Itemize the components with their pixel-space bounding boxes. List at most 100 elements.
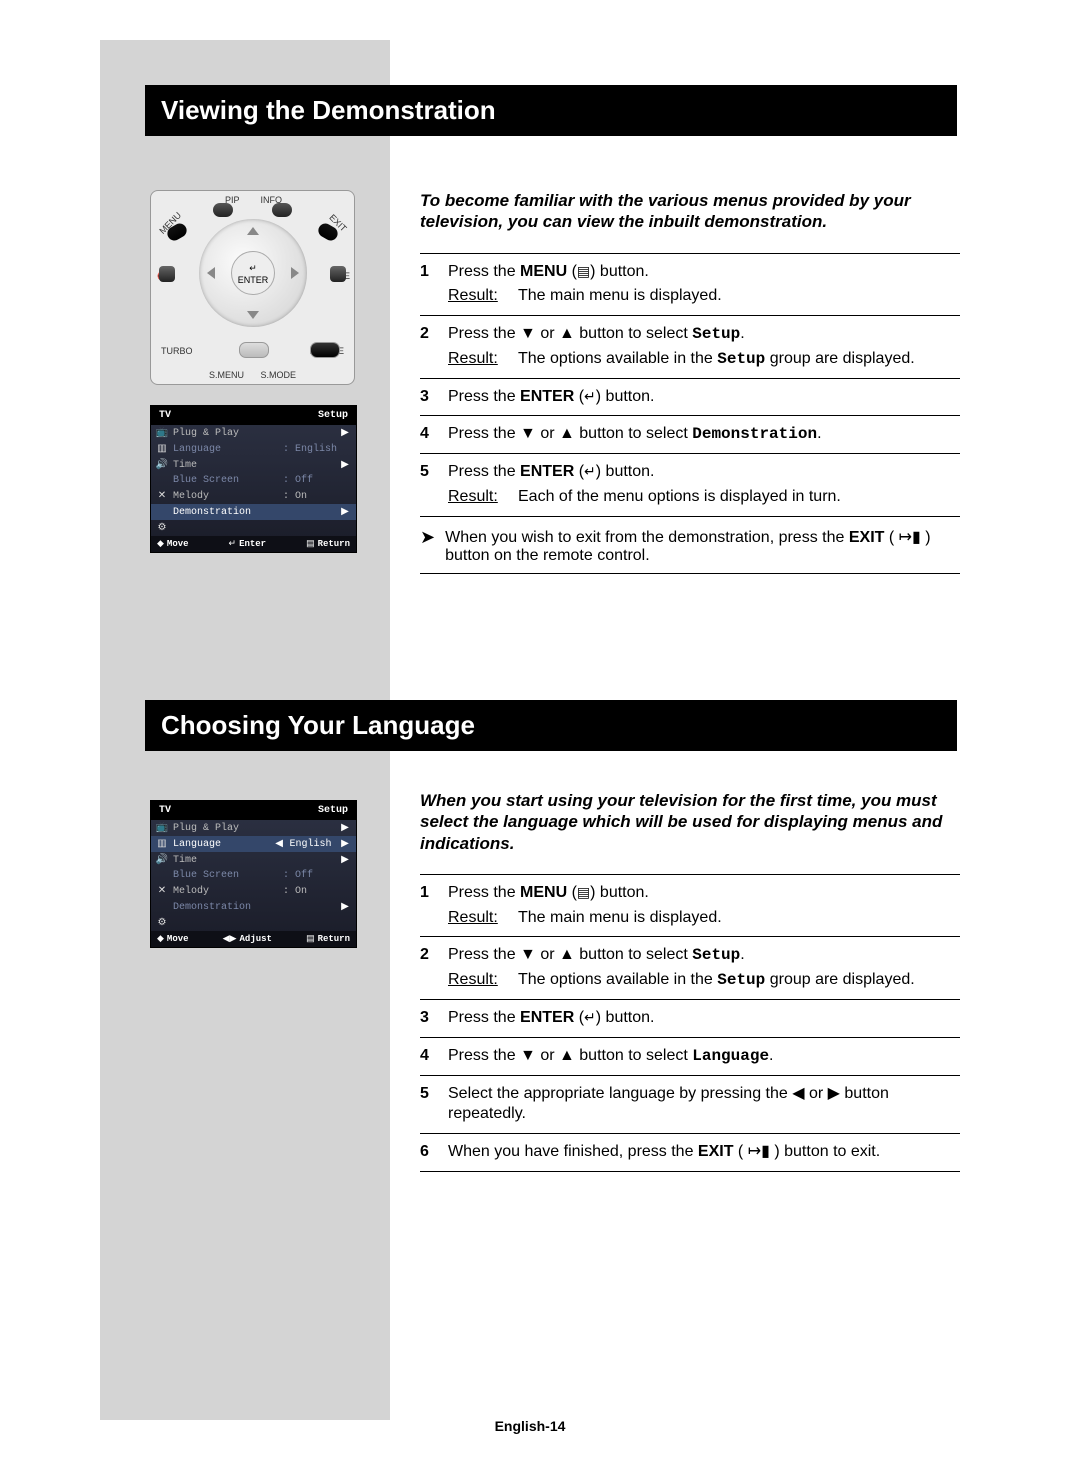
s1-t3b: (: [574, 388, 584, 405]
osd2-label-0: Plug & Play: [173, 823, 283, 834]
s2-num-2: 2: [420, 945, 448, 991]
s1-t3c: ) button.: [596, 388, 655, 405]
s2-r2m: Setup: [717, 971, 765, 989]
osd1-label-4: Melody: [173, 491, 283, 502]
right-arrow-icon: [291, 267, 299, 279]
result-label: Result:: [448, 286, 518, 307]
s2-t3b: (: [574, 1009, 584, 1026]
s2-t3a: Press the: [448, 1009, 520, 1026]
osd2-label-1: Language: [173, 839, 269, 850]
osd1-icon-4: ✕: [151, 490, 173, 502]
down-arrow-icon: [247, 311, 259, 319]
s1-r2b: group are displayed.: [765, 350, 914, 367]
s1-r1: The main menu is displayed.: [518, 286, 722, 307]
enter-label: ENTER: [232, 274, 274, 286]
mute-button[interactable]: [159, 266, 175, 282]
s1-num-3: 3: [420, 387, 448, 408]
remote-control-figure: PIP INFO MENU EXIT 🔇 SIZE TURBO P.MODE S…: [150, 190, 355, 385]
s2-num-1: 1: [420, 883, 448, 929]
s1-t1c: ) button.: [590, 263, 649, 280]
nav-pad[interactable]: ↵ ENTER: [199, 219, 307, 327]
leftright-icon: ◀▶: [223, 934, 237, 944]
s2-t1b: (: [567, 884, 577, 901]
osd1-return: Return: [318, 539, 350, 549]
menu-glyph-icon: ▤: [577, 263, 590, 279]
osd-menu-1: TV Setup 📺Plug & Play▶ ▥Language: Englis…: [150, 405, 357, 553]
s2-num-6: 6: [420, 1142, 448, 1163]
s2-num-4: 4: [420, 1046, 448, 1067]
osd2-label-5: Demonstration: [173, 902, 283, 913]
up-arrow-icon: [247, 227, 259, 235]
osd1-arr-5: ▶: [338, 506, 352, 518]
osd2-label-2: Time: [173, 855, 283, 866]
size-button[interactable]: [330, 266, 346, 282]
s1-t3a: Press the: [448, 388, 520, 405]
turbo-label: TURBO: [161, 346, 193, 356]
s2-t4a: Press the ▼ or ▲ button to select: [448, 1047, 692, 1064]
s1-num-4: 4: [420, 424, 448, 445]
osd2-adjust: Adjust: [240, 934, 272, 944]
osd2-label-4: Melody: [173, 886, 283, 897]
s2-t2m: Setup: [692, 946, 740, 964]
s2-t6b: ( ↦▮ ) button to exit.: [733, 1143, 880, 1160]
s1-num-5: 5: [420, 462, 448, 508]
s1-t5c: ) button.: [596, 463, 655, 480]
s1-t2b: .: [740, 325, 744, 342]
section1-intro: To become familiar with the various menu…: [420, 190, 960, 233]
menu2-glyph-icon: ▤: [577, 884, 590, 900]
osd2-icon-6: ⚙: [151, 917, 173, 929]
osd2-icon-4: ✕: [151, 885, 173, 897]
osd2-arr-2: ▶: [338, 854, 352, 866]
s1-num-2: 2: [420, 324, 448, 370]
s2-t2b: .: [740, 946, 744, 963]
result-label5: Result:: [448, 487, 518, 508]
s1-t5b: (: [574, 463, 584, 480]
s2-r2a: The options available in the: [518, 971, 717, 988]
s1-t1b: (: [567, 263, 577, 280]
section2-intro: When you start using your television for…: [420, 790, 960, 854]
s2-t4b: .: [769, 1047, 773, 1064]
osd2-icon-1: ▥: [151, 838, 173, 850]
s1-t3bold: ENTER: [520, 388, 574, 405]
osd2-val-4: : On: [283, 886, 338, 897]
s1-t4b: .: [817, 425, 821, 442]
s1-num-1: 1: [420, 262, 448, 308]
result-label2: Result:: [448, 349, 518, 370]
mode-button[interactable]: [239, 342, 269, 358]
pmode-button[interactable]: [310, 342, 340, 358]
osd2-icon-0: 📺: [151, 822, 173, 834]
s1-t4a: Press the ▼ or ▲ button to select: [448, 425, 692, 442]
s2-t1c: ) button.: [590, 884, 649, 901]
s1-t1a: Press the: [448, 263, 520, 280]
section2-title: Choosing Your Language: [145, 700, 957, 751]
smode-label: S.MODE: [260, 370, 296, 380]
info-button[interactable]: [272, 203, 292, 217]
note-bold: EXIT: [849, 529, 885, 546]
return-icon-foot: ▤: [306, 539, 315, 549]
updown2-icon: ◆: [157, 934, 164, 944]
osd2-arr-5: ▶: [338, 901, 352, 913]
s2-t6a: When you have finished, press the: [448, 1143, 698, 1160]
osd1-icon-6: ⚙: [151, 522, 173, 534]
osd1-enter: Enter: [239, 539, 266, 549]
osd1-label-2: Time: [173, 460, 283, 471]
osd2-icon-2: 🔊: [151, 854, 173, 866]
osd1-val-1: : English: [283, 444, 338, 455]
enter-button[interactable]: ↵ ENTER: [231, 251, 275, 295]
pip-button[interactable]: [213, 203, 233, 217]
enter-glyph2-icon: ↵: [584, 463, 596, 479]
s1-r2a: The options available in the: [518, 350, 717, 367]
enter3-glyph-icon: ↵: [584, 1009, 596, 1025]
s1-r5: Each of the menu options is displayed in…: [518, 487, 841, 508]
enter-icon-foot: ↵: [229, 539, 237, 549]
osd1-arr-2: ▶: [338, 459, 352, 471]
section1-title: Viewing the Demonstration: [145, 85, 957, 136]
enter-glyph-icon: ↵: [584, 388, 596, 404]
osd2-move: Move: [167, 934, 189, 944]
osd2-val-3: : Off: [283, 870, 338, 881]
s2-t4m: Language: [692, 1047, 769, 1065]
osd1-val-4: : On: [283, 491, 338, 502]
osd1-tv: TV: [159, 410, 171, 421]
osd1-icon-2: 🔊: [151, 459, 173, 471]
s1-t2a: Press the ▼ or ▲ button to select: [448, 325, 692, 342]
